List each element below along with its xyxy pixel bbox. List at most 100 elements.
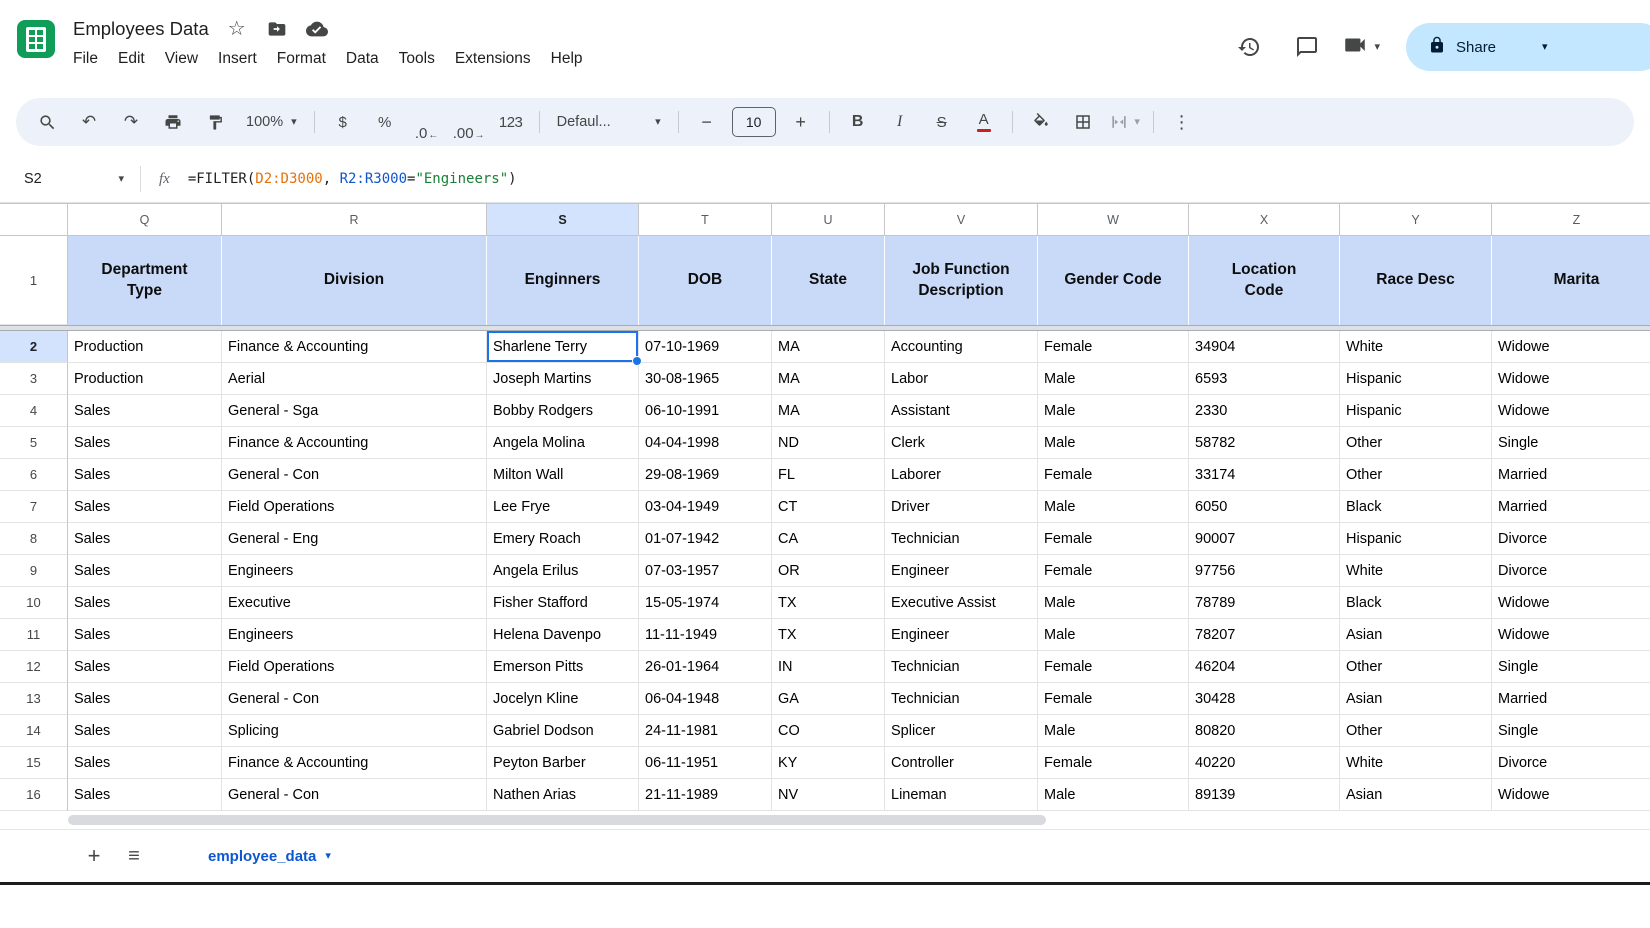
cell-R13[interactable]: General - Con — [222, 683, 487, 715]
cell-X10[interactable]: 78789 — [1189, 587, 1340, 619]
cell-T9[interactable]: 07-03-1957 — [639, 555, 772, 587]
cell-T16[interactable]: 21-11-1989 — [639, 779, 772, 811]
fill-handle[interactable] — [632, 356, 642, 366]
search-icon[interactable] — [26, 102, 68, 142]
video-call-control[interactable]: ▾ — [1342, 32, 1380, 63]
cell-X11[interactable]: 78207 — [1189, 619, 1340, 651]
cell-Z7[interactable]: Married — [1492, 491, 1650, 523]
cell-R16[interactable]: General - Con — [222, 779, 487, 811]
cell-X14[interactable]: 80820 — [1189, 715, 1340, 747]
cell-X9[interactable]: 97756 — [1189, 555, 1340, 587]
cell-Y13[interactable]: Asian — [1340, 683, 1492, 715]
cell-Y16[interactable]: Asian — [1340, 779, 1492, 811]
cell-X16[interactable]: 89139 — [1189, 779, 1340, 811]
cell-W9[interactable]: Female — [1038, 555, 1189, 587]
column-header-X[interactable]: X — [1189, 204, 1340, 236]
cell-Q1[interactable]: Department Type — [68, 236, 222, 325]
cell-U4[interactable]: MA — [772, 395, 885, 427]
cell-S15[interactable]: Peyton Barber — [487, 747, 639, 779]
cell-T2[interactable]: 07-10-1969 — [639, 331, 772, 363]
comment-icon[interactable] — [1284, 24, 1330, 70]
cell-U12[interactable]: IN — [772, 651, 885, 683]
decrease-font-size-button[interactable]: − — [686, 102, 728, 142]
cell-T6[interactable]: 29-08-1969 — [639, 459, 772, 491]
cell-Y8[interactable]: Hispanic — [1340, 523, 1492, 555]
cell-T13[interactable]: 06-04-1948 — [639, 683, 772, 715]
cell-Y2[interactable]: White — [1340, 331, 1492, 363]
cell-Q15[interactable]: Sales — [68, 747, 222, 779]
formula-input[interactable]: =FILTER(D2:D3000, R2:R3000="Engineers") — [188, 171, 1650, 187]
cell-R14[interactable]: Splicing — [222, 715, 487, 747]
cell-U2[interactable]: MA — [772, 331, 885, 363]
cell-Z5[interactable]: Single — [1492, 427, 1650, 459]
cell-W4[interactable]: Male — [1038, 395, 1189, 427]
decrease-decimal-button[interactable]: .0 ← — [406, 102, 448, 142]
document-title[interactable]: Employees Data — [73, 18, 209, 40]
cell-X6[interactable]: 33174 — [1189, 459, 1340, 491]
cell-W7[interactable]: Male — [1038, 491, 1189, 523]
increase-decimal-button[interactable]: .00 → — [448, 102, 490, 142]
row-header-7[interactable]: 7 — [0, 491, 68, 523]
cell-U3[interactable]: MA — [772, 363, 885, 395]
cell-W3[interactable]: Male — [1038, 363, 1189, 395]
cell-Q16[interactable]: Sales — [68, 779, 222, 811]
cell-S14[interactable]: Gabriel Dodson — [487, 715, 639, 747]
add-sheet-button[interactable]: + — [74, 836, 114, 876]
name-box[interactable]: S2 ▾ — [0, 171, 140, 187]
cell-Z2[interactable]: Widowe — [1492, 331, 1650, 363]
cell-V16[interactable]: Lineman — [885, 779, 1038, 811]
row-header-15[interactable]: 15 — [0, 747, 68, 779]
cell-X3[interactable]: 6593 — [1189, 363, 1340, 395]
cell-Q6[interactable]: Sales — [68, 459, 222, 491]
cell-R9[interactable]: Engineers — [222, 555, 487, 587]
menu-view[interactable]: View — [155, 47, 208, 71]
cell-Q3[interactable]: Production — [68, 363, 222, 395]
cell-V3[interactable]: Labor — [885, 363, 1038, 395]
sheets-logo-icon[interactable] — [17, 20, 55, 58]
version-history-icon[interactable] — [1226, 24, 1272, 70]
row-header-1[interactable]: 1 — [0, 236, 68, 325]
cell-W8[interactable]: Female — [1038, 523, 1189, 555]
text-color-button[interactable]: A — [963, 102, 1005, 142]
cell-Y9[interactable]: White — [1340, 555, 1492, 587]
cell-U8[interactable]: CA — [772, 523, 885, 555]
cell-S7[interactable]: Lee Frye — [487, 491, 639, 523]
menu-edit[interactable]: Edit — [108, 47, 155, 71]
cell-R3[interactable]: Aerial — [222, 363, 487, 395]
row-header-8[interactable]: 8 — [0, 523, 68, 555]
column-header-Q[interactable]: Q — [68, 204, 222, 236]
all-sheets-icon[interactable]: ≡ — [114, 836, 154, 876]
cell-T12[interactable]: 26-01-1964 — [639, 651, 772, 683]
cell-W11[interactable]: Male — [1038, 619, 1189, 651]
strikethrough-button[interactable]: S — [921, 102, 963, 142]
row-header-5[interactable]: 5 — [0, 427, 68, 459]
paint-format-icon[interactable] — [194, 102, 236, 142]
row-header-13[interactable]: 13 — [0, 683, 68, 715]
cell-Y11[interactable]: Asian — [1340, 619, 1492, 651]
cell-X1[interactable]: Location Code — [1189, 236, 1340, 325]
cell-Y4[interactable]: Hispanic — [1340, 395, 1492, 427]
sheet-tab-menu-icon[interactable]: ▾ — [325, 851, 331, 862]
cell-Q14[interactable]: Sales — [68, 715, 222, 747]
cell-Z10[interactable]: Widowe — [1492, 587, 1650, 619]
menu-format[interactable]: Format — [267, 47, 336, 71]
cell-S13[interactable]: Jocelyn Kline — [487, 683, 639, 715]
cell-Q11[interactable]: Sales — [68, 619, 222, 651]
cell-U7[interactable]: CT — [772, 491, 885, 523]
cell-S2[interactable]: Sharlene Terry — [487, 331, 639, 363]
cell-W5[interactable]: Male — [1038, 427, 1189, 459]
cell-Y5[interactable]: Other — [1340, 427, 1492, 459]
chevron-down-icon[interactable]: ▾ — [1374, 42, 1380, 53]
cell-Y3[interactable]: Hispanic — [1340, 363, 1492, 395]
increase-font-size-button[interactable]: + — [780, 102, 822, 142]
share-button[interactable]: Share ▾ — [1406, 23, 1650, 71]
row-header-9[interactable]: 9 — [0, 555, 68, 587]
row-header-14[interactable]: 14 — [0, 715, 68, 747]
cell-Q8[interactable]: Sales — [68, 523, 222, 555]
horizontal-scrollbar[interactable] — [68, 815, 1046, 825]
cell-T5[interactable]: 04-04-1998 — [639, 427, 772, 459]
cell-S6[interactable]: Milton Wall — [487, 459, 639, 491]
cell-T15[interactable]: 06-11-1951 — [639, 747, 772, 779]
row-header-6[interactable]: 6 — [0, 459, 68, 491]
cell-U6[interactable]: FL — [772, 459, 885, 491]
